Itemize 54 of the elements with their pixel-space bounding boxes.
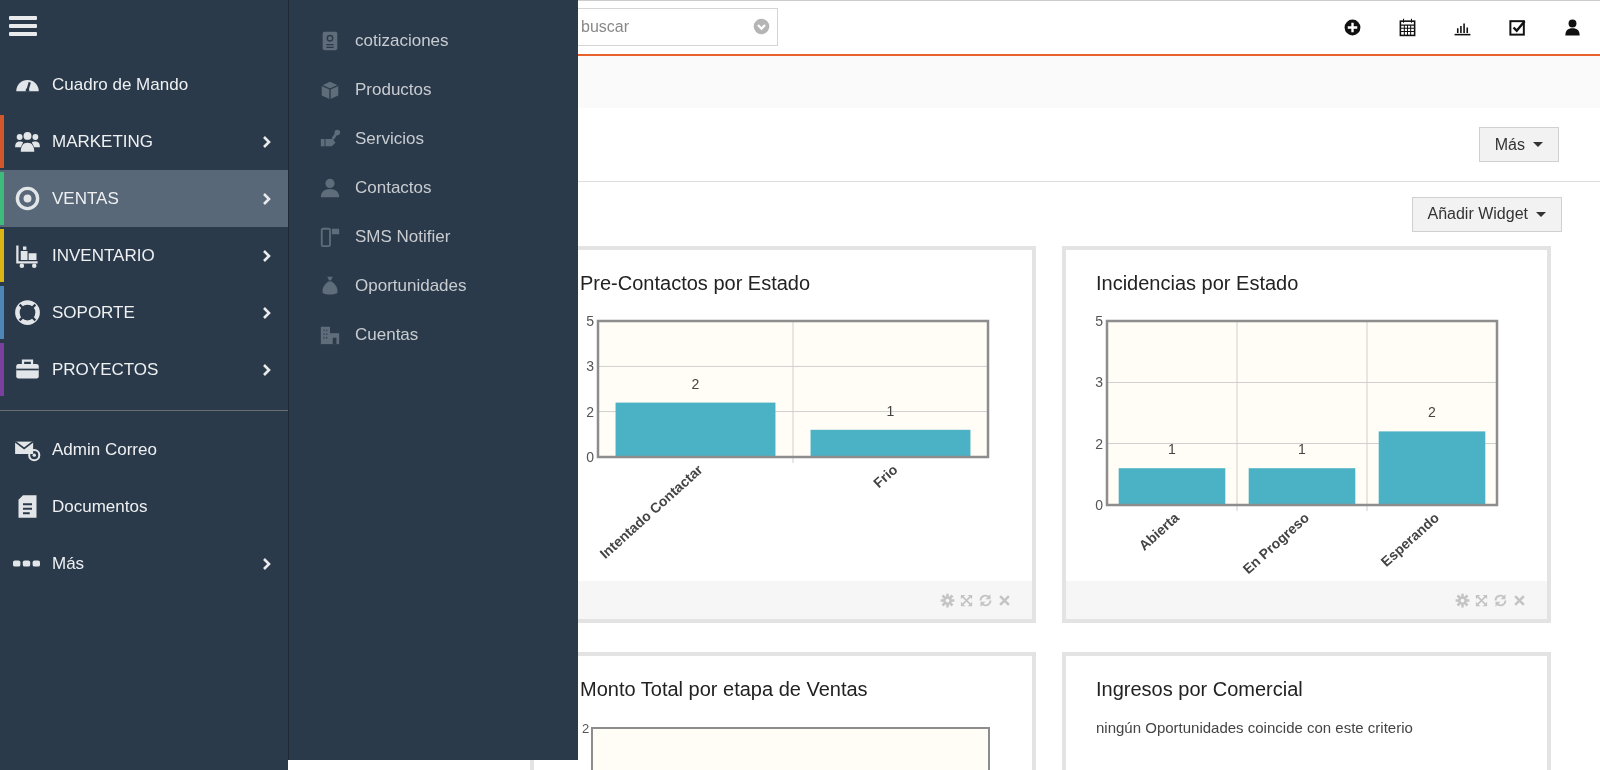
- menu-icon[interactable]: [9, 14, 37, 38]
- dropdown-icon[interactable]: [753, 17, 770, 35]
- widget-title: Incidencias por Estado: [1095, 271, 1300, 295]
- widget-title: Ingresos por Comercial: [1095, 677, 1304, 701]
- empty-message: ningún Oportunidades coincide con este criterio: [1095, 718, 1414, 736]
- sidebar-item[interactable]: Cuadro de Mando: [0, 56, 288, 113]
- submenu-item[interactable]: SMS Notifier: [289, 212, 578, 261]
- sidebar-item[interactable]: Documentos: [0, 478, 288, 535]
- sidebar-item[interactable]: VENTAS: [0, 170, 288, 227]
- widget-title: Monto Total por etapa de Ventas: [579, 677, 869, 701]
- data-label: 2: [1428, 404, 1436, 421]
- axis-tick-label: 3: [586, 358, 594, 375]
- sidebar-item[interactable]: Admin Correo: [0, 421, 288, 478]
- sidebar-item[interactable]: INVENTARIO: [0, 227, 288, 284]
- axis-tick-label: 5: [586, 313, 594, 329]
- target-icon: [13, 185, 42, 212]
- submenu-item[interactable]: Oportunidades: [289, 261, 578, 310]
- add-icon[interactable]: [1343, 18, 1362, 37]
- axis-tick-label: 3: [1095, 374, 1103, 391]
- axis-tick-label: 5: [1095, 313, 1103, 329]
- settings-icon[interactable]: [940, 592, 955, 608]
- calendar-icon[interactable]: [1398, 18, 1417, 37]
- add-widget-button[interactable]: Añadir Widget: [1411, 196, 1562, 232]
- axis-tick-label: 2: [582, 721, 590, 736]
- widget-title: Pre-Contactos por Estado: [579, 271, 812, 295]
- submenu-item[interactable]: Cuentas: [289, 310, 578, 359]
- dots-icon: [13, 560, 40, 567]
- sidebar-item[interactable]: PROYECTOS: [0, 341, 288, 398]
- axis-tick-label: 2: [586, 403, 594, 420]
- data-label: 1: [886, 402, 895, 419]
- user-icon[interactable]: [1563, 18, 1582, 37]
- sidebar-item[interactable]: SOPORTE: [0, 284, 288, 341]
- sidebar-item[interactable]: MARKETING: [0, 113, 288, 170]
- data-label: 2: [691, 375, 700, 392]
- sidebar-item[interactable]: Más: [0, 535, 288, 592]
- checkbox-icon[interactable]: [1508, 18, 1527, 37]
- data-label: 1: [1298, 441, 1306, 458]
- refresh-icon[interactable]: [978, 592, 993, 608]
- category-label: Frio: [870, 461, 901, 491]
- settings-icon[interactable]: [1455, 592, 1470, 608]
- refresh-icon[interactable]: [1493, 592, 1508, 608]
- expand-icon[interactable]: [959, 592, 974, 608]
- person-icon: [319, 176, 341, 199]
- axis-tick-label: 0: [586, 449, 594, 465]
- submenu-item[interactable]: Contactos: [289, 163, 578, 212]
- phone-icon: [319, 225, 341, 248]
- submenu-item[interactable]: Productos: [289, 65, 578, 114]
- expand-icon[interactable]: [1474, 592, 1489, 608]
- more-button[interactable]: Más: [1478, 127, 1559, 162]
- submenu-item[interactable]: Servicios: [289, 114, 578, 163]
- axis-tick-label: 0: [1095, 497, 1103, 513]
- axis-tick-label: 2: [1095, 435, 1103, 452]
- data-label: 1: [1168, 441, 1176, 458]
- lifebuoy-icon: [13, 299, 42, 326]
